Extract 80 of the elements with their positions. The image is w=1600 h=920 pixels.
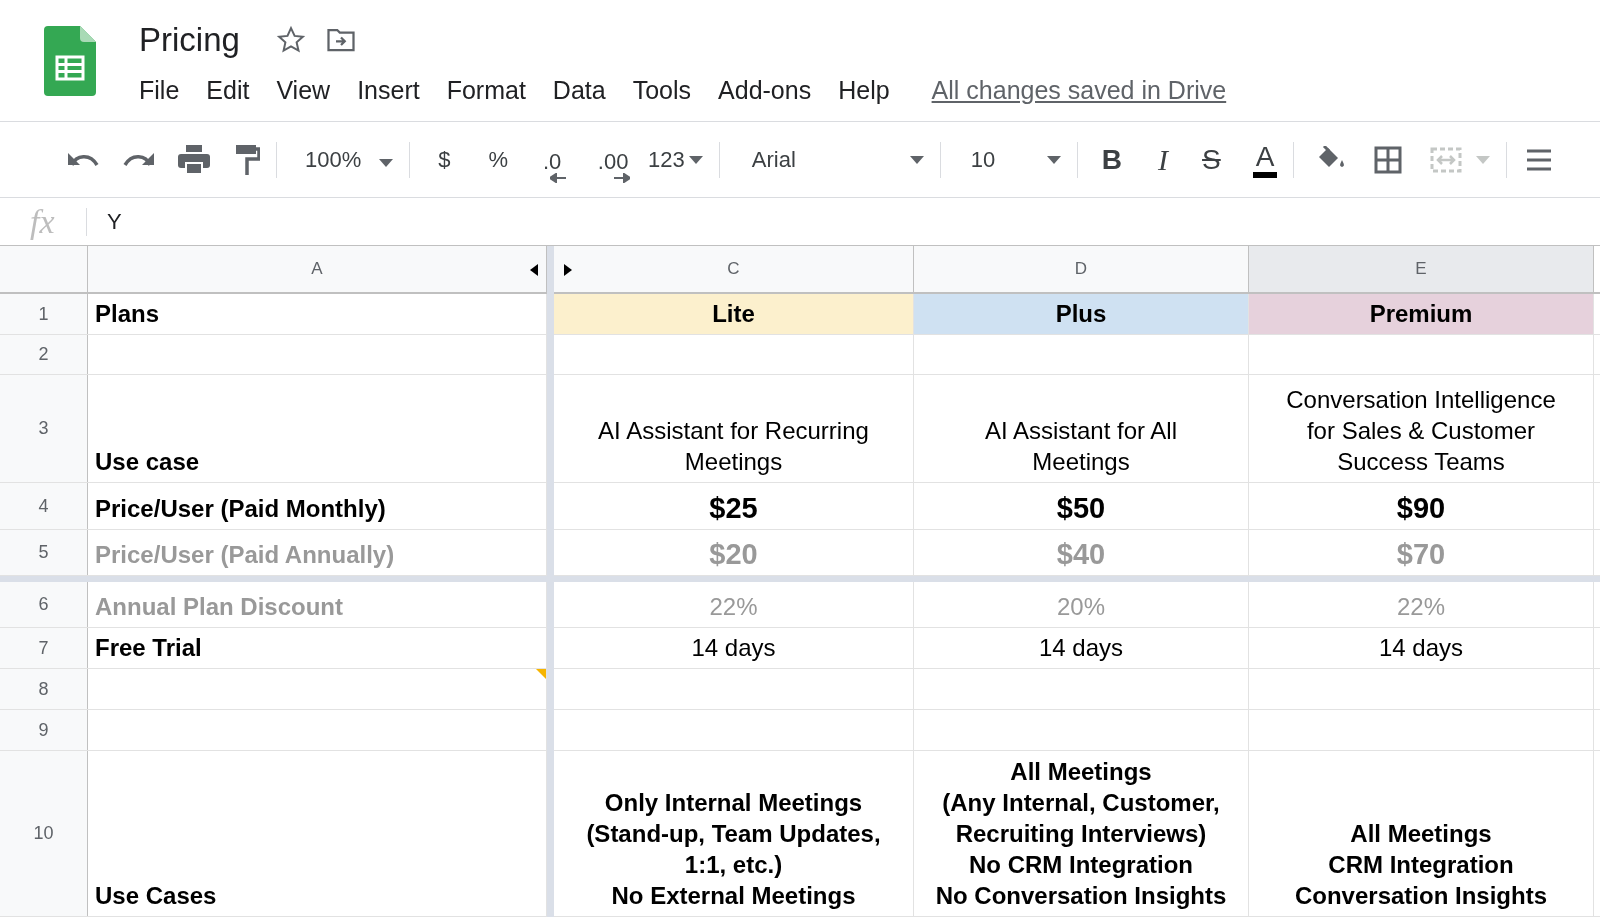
folder-icon[interactable] [325, 27, 356, 53]
right-arrow-icon[interactable] [564, 264, 572, 276]
menu-item[interactable]: File [139, 72, 180, 110]
cell-text: $50 [1056, 493, 1106, 524]
merge-cells-icon[interactable] [1430, 146, 1463, 173]
menu-item[interactable]: Help [838, 72, 890, 110]
menu-item[interactable]: Insert [357, 72, 420, 110]
save-status-link[interactable]: All changes saved in Drive [931, 72, 1227, 110]
cell-text: Free Trial [95, 633, 202, 663]
cell-text: Price/User (Paid Annually) [95, 540, 395, 570]
cell-text: All Meetings CRM Integration Conversation Insights [1294, 819, 1547, 911]
font-dropdown[interactable]: Arial [751, 143, 910, 176]
cell-text: Plans [95, 299, 160, 329]
cell-text: 20% [1056, 592, 1105, 622]
borders-icon[interactable] [1374, 145, 1403, 174]
row-header[interactable]: 5 [0, 530, 88, 575]
caret-icon[interactable] [688, 155, 703, 164]
cell-text: 22% [1396, 592, 1445, 622]
menu-item[interactable]: Format [446, 72, 526, 110]
sheets-logo-icon[interactable] [44, 26, 96, 96]
row-header[interactable]: 4 [0, 483, 88, 529]
row-header[interactable]: 9 [0, 710, 88, 750]
header-cell: Lite [554, 294, 914, 334]
cell-text: $40 [1056, 539, 1106, 570]
cell-text: $25 [709, 493, 758, 524]
cell-text: 22% [709, 592, 758, 622]
row-header[interactable]: 1 [0, 294, 88, 334]
cell-text: $70 [1396, 539, 1446, 570]
cell-text: Use Cases [95, 881, 217, 911]
percent-button[interactable]: % [488, 143, 509, 176]
cell-text: Only Internal Meetings (Stand-up, Team Updates, 1:1, etc.) No External Meetings [586, 788, 881, 911]
italic-button[interactable]: I [1158, 137, 1169, 182]
strikethrough-button[interactable]: S [1202, 138, 1221, 181]
cell-text: 14 days [1038, 633, 1124, 663]
bold-button[interactable]: B [1101, 138, 1123, 181]
font-size-dropdown[interactable]: 10 [970, 143, 1047, 176]
cell-text: Price/User (Paid Monthly) [95, 494, 386, 524]
menu-item[interactable]: Data [552, 72, 606, 110]
formula-label: fx [30, 202, 56, 242]
cell-text: $20 [709, 539, 758, 570]
cell-text: Use case [95, 447, 200, 477]
row-header[interactable]: 8 [0, 669, 88, 709]
caret-icon[interactable] [1046, 155, 1061, 164]
menu-item[interactable]: Tools [632, 72, 692, 110]
caret-icon[interactable] [909, 155, 924, 164]
menu-item[interactable]: Edit [206, 72, 250, 110]
increase-decimals-button[interactable]: .00 [597, 150, 629, 173]
cell-text: Conversation Intelligence for Sales & Customer Success Teams [1286, 385, 1556, 477]
text-color-button[interactable]: A [1252, 141, 1278, 178]
menu-item[interactable]: Add-ons [718, 72, 812, 110]
cell-text: 14 days [1378, 633, 1464, 663]
row-header[interactable]: 10 [0, 751, 88, 916]
caret-icon[interactable] [379, 159, 394, 167]
column-header[interactable]: E [1249, 246, 1594, 292]
cell-text: AI Assistant for Recurring Meetings [598, 416, 869, 477]
row-header[interactable]: 3 [0, 375, 88, 482]
align-icon[interactable] [1527, 147, 1552, 172]
header-cell: Premium [1249, 294, 1594, 334]
zoom-dropdown[interactable]: 100% [305, 143, 362, 176]
star-icon[interactable] [275, 25, 306, 55]
row-header[interactable]: 6 [0, 582, 88, 627]
left-arrow-icon[interactable] [530, 264, 538, 276]
cell-text: AI Assistant for All Meetings [984, 416, 1178, 477]
right-arrow-icon[interactable] [614, 172, 631, 183]
header-cell: Plus [914, 294, 1249, 334]
row-header[interactable]: 2 [0, 335, 88, 374]
left-arrow-icon[interactable] [550, 172, 567, 183]
print-icon[interactable] [178, 144, 210, 175]
cell-text: $90 [1396, 493, 1446, 524]
decrease-decimals-button[interactable]: .0 [542, 150, 562, 173]
cell-text: All Meetings (Any Internal, Customer, Recruiting Interviews) No CRM Integration No Conversation Insights [935, 757, 1227, 911]
row-header[interactable]: 7 [0, 628, 88, 668]
currency-button[interactable]: $ [438, 143, 451, 176]
cell-text: Annual Plan Discount [95, 592, 343, 622]
cell-text: 14 days [691, 633, 776, 663]
menu-item[interactable]: View [276, 72, 331, 110]
paint-roller-icon[interactable] [234, 144, 260, 175]
formula-input[interactable]: Y [107, 205, 122, 238]
document-title[interactable]: Pricing [139, 15, 240, 65]
number-format-dropdown[interactable]: 123 [648, 143, 685, 176]
